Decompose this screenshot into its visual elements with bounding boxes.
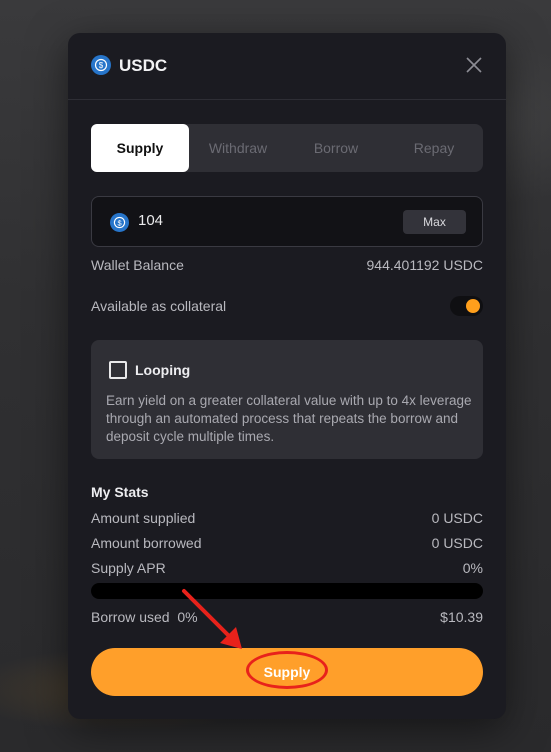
wallet-balance-row: Wallet Balance 944.401192 USDC	[91, 257, 483, 273]
looping-panel: Looping Earn yield on a greater collater…	[91, 340, 483, 459]
stat-value: 0 USDC	[431, 535, 483, 551]
tab-withdraw[interactable]: Withdraw	[189, 124, 287, 172]
stat-label: Amount borrowed	[91, 535, 202, 551]
supply-button-label: Supply	[263, 664, 311, 680]
supply-button[interactable]: Supply	[91, 648, 483, 696]
looping-description: Earn yield on a greater collateral value…	[106, 393, 472, 444]
stat-label: Supply APR	[91, 560, 166, 576]
tab-repay[interactable]: Repay	[385, 124, 483, 172]
amount-input[interactable]: $ 104 Max	[91, 196, 483, 247]
stat-value: 0%	[462, 560, 483, 576]
usdc-icon: $	[110, 213, 129, 232]
tab-supply[interactable]: Supply	[91, 124, 189, 172]
collateral-row: Available as collateral	[91, 298, 483, 314]
supply-modal: $ USDC Supply Withdraw Borrow Repay $ 10…	[68, 33, 506, 719]
wallet-balance-value: 944.401192 USDC	[366, 257, 483, 273]
stat-row: Supply APR 0%	[91, 560, 483, 576]
looping-checkbox[interactable]	[109, 361, 127, 379]
svg-text:$: $	[117, 218, 121, 227]
max-button[interactable]: Max	[403, 210, 466, 234]
action-tabs: Supply Withdraw Borrow Repay	[91, 124, 483, 172]
toggle-knob	[466, 299, 480, 313]
amount-value[interactable]: 104	[138, 212, 163, 229]
stat-label: Amount supplied	[91, 510, 196, 526]
borrow-used-label: Borrow used 0%	[91, 609, 198, 625]
wallet-balance-label: Wallet Balance	[91, 257, 184, 273]
modal-title: USDC	[119, 56, 168, 75]
modal-header: $ USDC	[68, 33, 506, 100]
borrow-used-row: Borrow used 0% $10.39	[91, 609, 483, 625]
stat-row: Amount borrowed 0 USDC	[91, 535, 483, 551]
looping-title: Looping	[135, 362, 191, 378]
svg-text:$: $	[99, 61, 104, 70]
borrow-used-value: $10.39	[440, 609, 483, 625]
collateral-toggle[interactable]	[450, 296, 483, 316]
borrow-used-progress	[91, 583, 483, 599]
close-icon[interactable]	[464, 55, 484, 75]
collateral-label: Available as collateral	[91, 298, 227, 314]
tab-borrow[interactable]: Borrow	[287, 124, 385, 172]
stats-title: My Stats	[91, 484, 149, 500]
stat-value: 0 USDC	[431, 510, 483, 526]
usdc-icon: $	[91, 55, 111, 75]
stat-row: Amount supplied 0 USDC	[91, 510, 483, 526]
